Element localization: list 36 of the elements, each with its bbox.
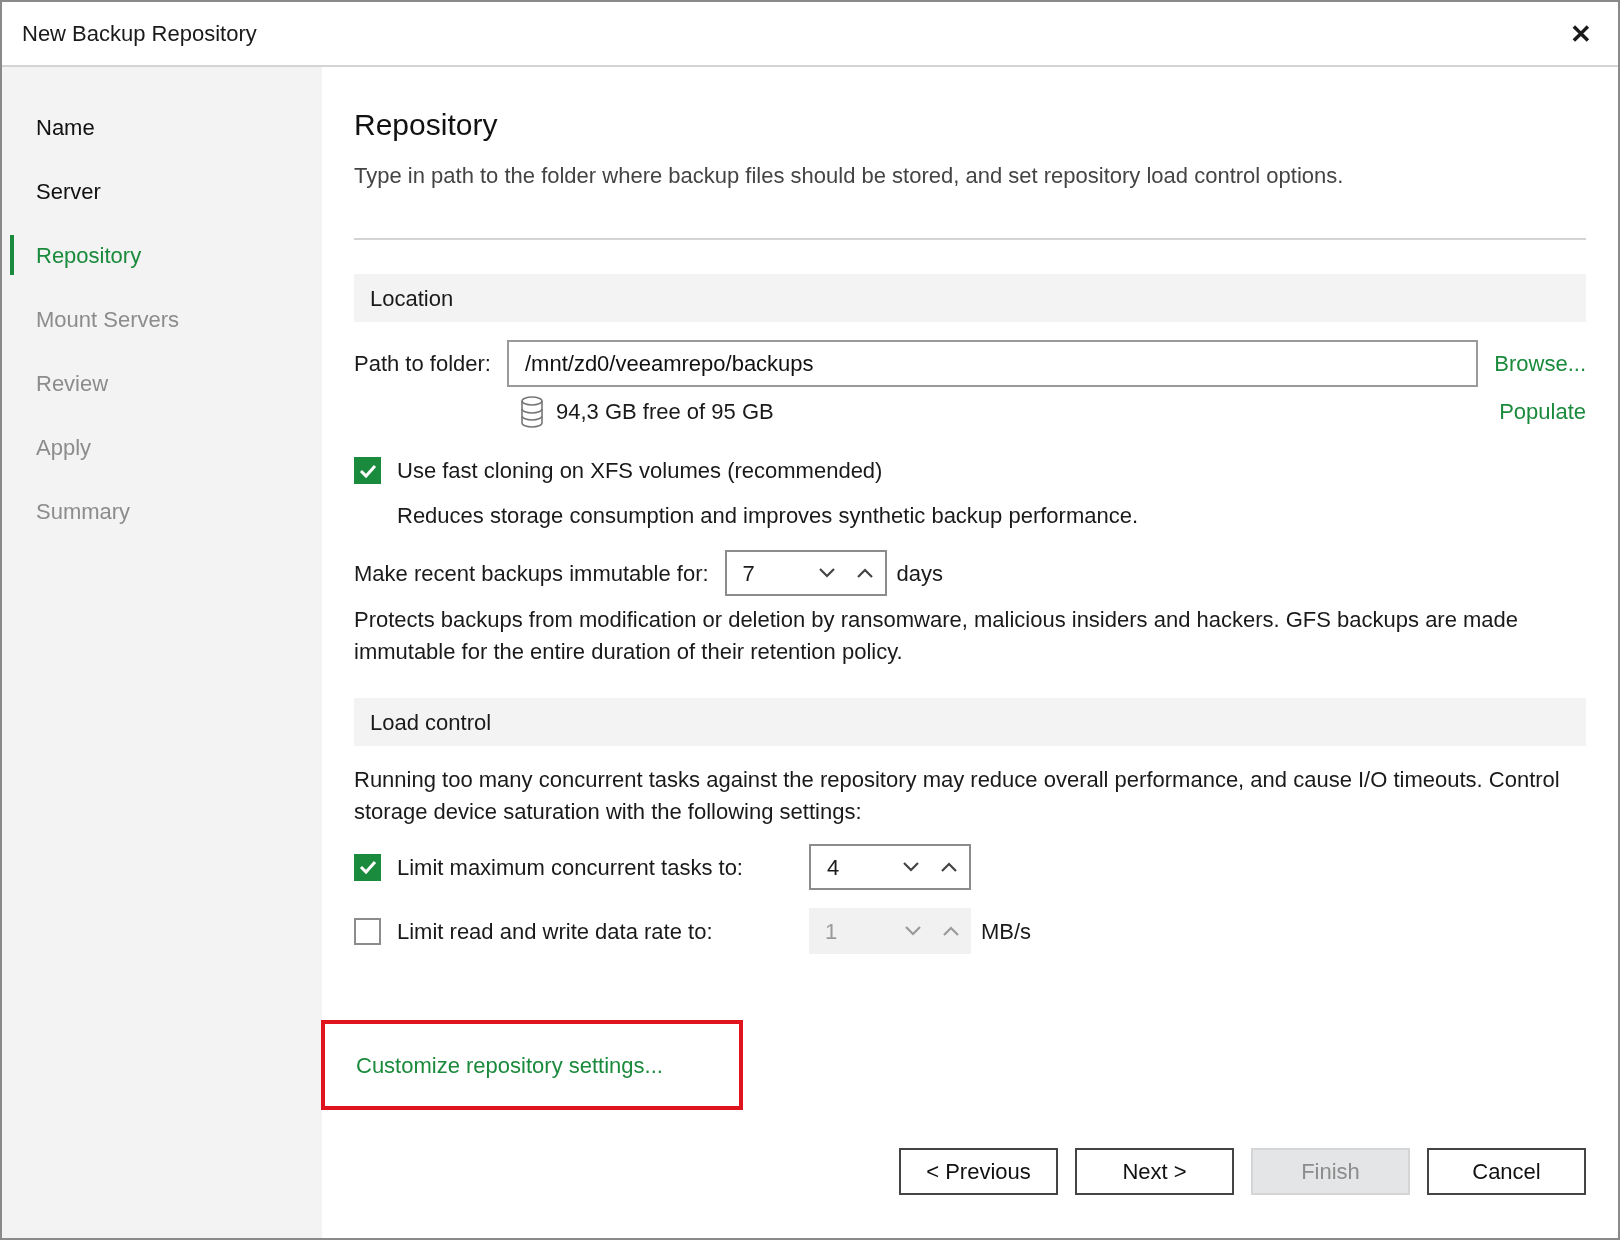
wizard-step[interactable]: Repository (10, 235, 322, 275)
wizard-button[interactable]: Next > (1075, 1148, 1234, 1195)
close-button[interactable]: ✕ (1570, 20, 1592, 47)
unit-label: MB/s (981, 917, 1032, 946)
info-paragraph: Protects backups from modification or deletion by ransomware, malicious insiders and hackers. GFS backups are made immutable for the entire duration of their retention policy. (354, 606, 1520, 666)
populate-link[interactable]: Populate (1499, 395, 1586, 428)
field-label: Make recent backups immutable for: (354, 559, 709, 588)
wizard-button[interactable]: Cancel (1427, 1148, 1586, 1195)
number-spinner[interactable]: 4 (809, 844, 971, 890)
checkbox-label: Limit maximum concurrent tasks to: (397, 853, 744, 882)
wizard-step[interactable]: Name (10, 107, 322, 147)
checkbox[interactable] (354, 853, 381, 881)
browse-link[interactable]: Browse... (1494, 347, 1586, 380)
chevron-up-icon[interactable] (856, 568, 873, 578)
unit-label: days (896, 559, 944, 588)
field-label: Path to folder: (354, 350, 491, 378)
free-space-text: 94,3 GB free of 95 GB (556, 398, 775, 426)
chevron-down-icon[interactable] (818, 568, 835, 578)
chevron-up-icon[interactable] (941, 862, 957, 872)
section-title: Load control (370, 708, 492, 737)
wizard-step[interactable]: Server (10, 171, 322, 211)
wizard-button[interactable]: < Previous (899, 1148, 1058, 1195)
checkbox-label: Limit read and write data rate to: (397, 917, 714, 946)
info-paragraph: Running too many concurrent tasks against the repository may reduce overall performance, and cause I/O timeouts. Control storage device saturation with the following settings: (354, 766, 1561, 826)
database-icon (520, 395, 544, 428)
chevron-down-icon[interactable] (903, 862, 919, 872)
path-input-field[interactable]: /mnt/zd0/veeamrepo/backups (507, 340, 1479, 387)
page-description: Type in path to the folder where backup files should be stored, and set repository load control options. (354, 162, 1345, 190)
page-heading: Repository (354, 107, 499, 143)
number-spinner[interactable]: 7 (724, 550, 887, 596)
checkbox-label: Use fast cloning on XFS volumes (recommended) (397, 457, 883, 485)
checkbox[interactable] (354, 457, 381, 484)
section-title: Location (370, 284, 454, 313)
option-note: Reduces storage consumption and improves synthetic backup performance. (396, 502, 1140, 530)
customize-settings-link[interactable]: Customize repository settings... (356, 1048, 663, 1082)
window-title: New Backup Repository (22, 20, 257, 48)
